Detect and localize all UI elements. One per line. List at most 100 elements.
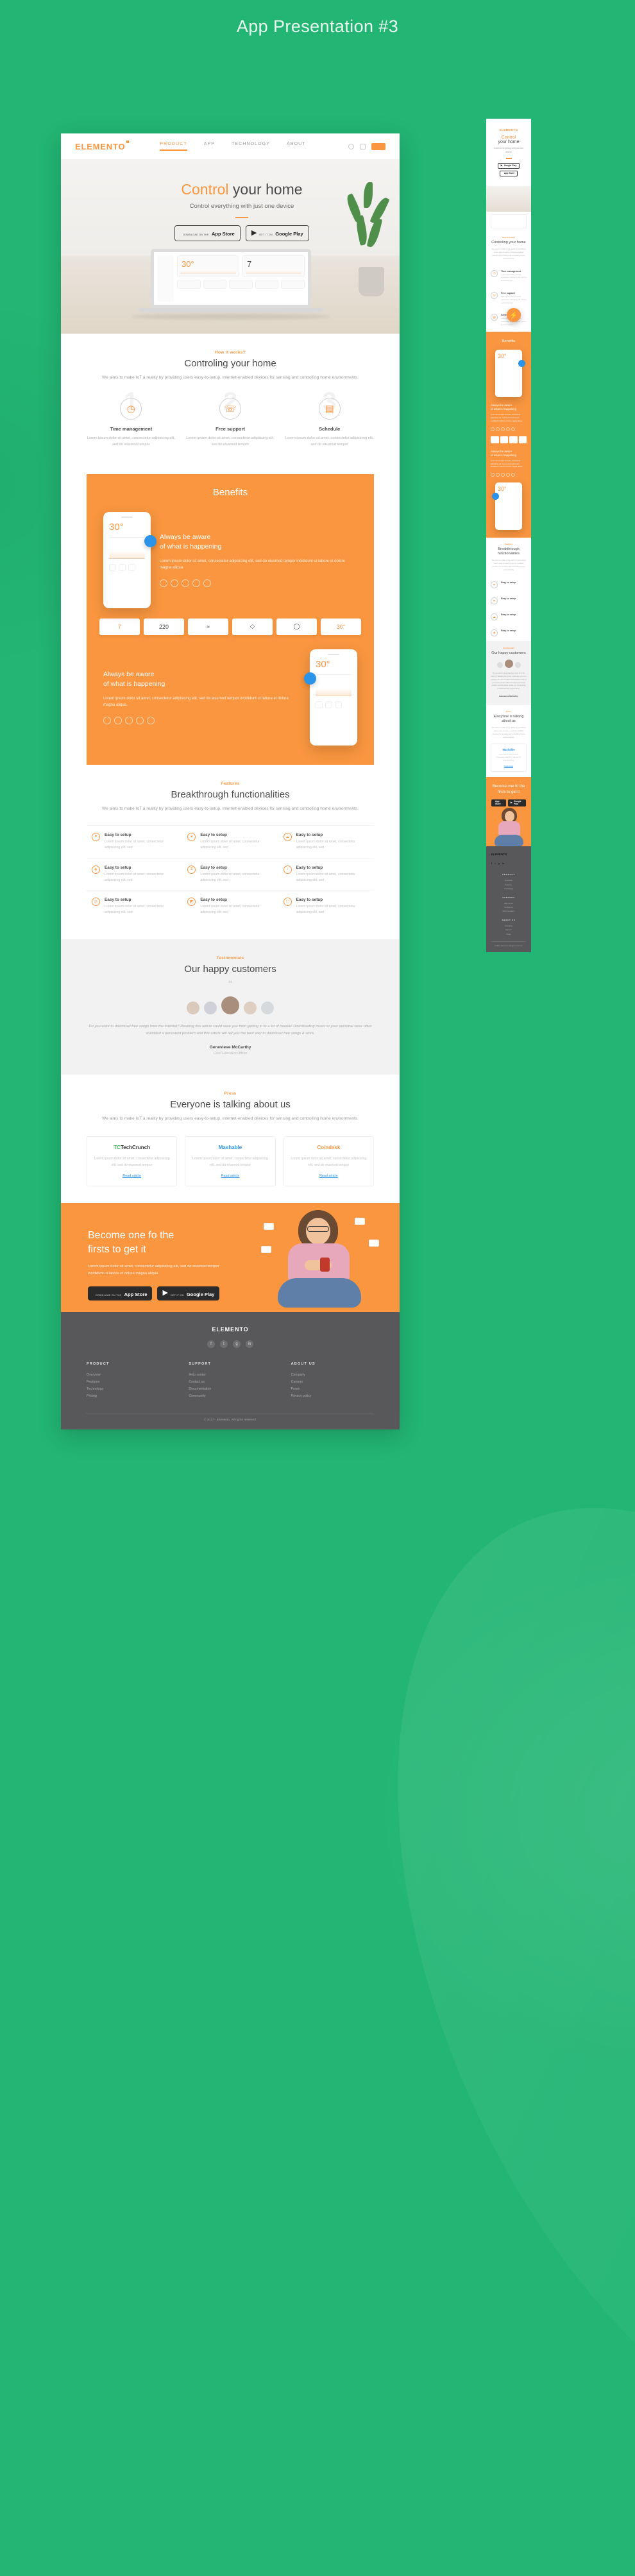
linkedin-icon[interactable]: in — [246, 1340, 253, 1348]
drop-icon[interactable] — [171, 579, 178, 588]
footer-link[interactable]: Technology — [87, 1386, 169, 1393]
footer-link[interactable]: Privacy policy — [291, 1393, 374, 1400]
nav-item-product[interactable]: PRODUCT — [160, 142, 187, 151]
app-store-button[interactable]: App Store — [491, 799, 506, 806]
wifi-icon[interactable] — [491, 427, 495, 431]
app-store-button[interactable]: ▶ Google Play — [497, 162, 520, 169]
strip-item[interactable] — [491, 436, 499, 443]
bulb-icon[interactable] — [335, 701, 342, 708]
phone-mockup-1: 30° — [103, 511, 157, 608]
wifi-icon[interactable] — [203, 280, 227, 289]
twitter-icon[interactable]: t — [220, 1340, 228, 1348]
heading-line2: of what is happening — [491, 453, 517, 457]
avatar-active[interactable] — [221, 996, 239, 1015]
footer-link[interactable]: Overview — [87, 1372, 169, 1379]
bulb-icon[interactable] — [182, 579, 189, 588]
bulb-icon[interactable] — [255, 280, 279, 289]
power-icon[interactable] — [506, 427, 510, 431]
app-store-button[interactable]: Download on the App Store — [174, 225, 241, 241]
google-plus-icon[interactable]: g — [233, 1340, 241, 1348]
drop-icon[interactable] — [325, 701, 332, 708]
strip-item-temp[interactable]: 7 — [99, 618, 140, 635]
secondary-tile[interactable]: 7 — [242, 255, 305, 277]
footer-link[interactable]: Careers — [291, 1379, 374, 1386]
footer-link[interactable]: Company — [291, 1372, 374, 1379]
strip-item-degrees[interactable]: 30° — [321, 618, 361, 635]
footer-link[interactable]: Help center — [189, 1372, 271, 1379]
temperature-tile[interactable]: 30° — [177, 255, 239, 277]
power-icon[interactable] — [281, 280, 305, 289]
footer-link[interactable]: Press — [291, 1386, 374, 1393]
avatar-active[interactable] — [504, 660, 513, 669]
power-icon[interactable] — [136, 717, 144, 725]
facebook-icon[interactable]: f — [491, 862, 492, 865]
bulb-icon[interactable]: ◯ — [276, 618, 317, 635]
footer-column-heading: ABOUT US — [291, 1361, 316, 1366]
press-card-link[interactable]: Read article — [94, 1174, 170, 1178]
mobile-logo[interactable]: ELEMENTO — [491, 124, 527, 132]
avatar[interactable] — [514, 662, 521, 669]
wifi-icon[interactable] — [316, 701, 323, 708]
google-play-button[interactable]: ▶ Google Play — [507, 799, 526, 806]
avatar[interactable] — [204, 1002, 217, 1015]
lock-icon[interactable] — [511, 427, 515, 431]
footer-link[interactable]: Community — [189, 1393, 271, 1400]
support-icon: ☏ — [219, 398, 241, 420]
dashboard-sidebar[interactable] — [157, 255, 174, 302]
lock-icon[interactable] — [511, 473, 515, 477]
strip-item[interactable] — [518, 436, 527, 443]
wifi-icon[interactable] — [103, 717, 111, 725]
google-play-button[interactable]: App Store — [499, 170, 518, 176]
press-card-link[interactable]: Read article — [192, 1174, 268, 1178]
drop-icon[interactable] — [496, 473, 500, 477]
nav-item-app[interactable]: APP — [204, 142, 215, 151]
bulb-icon[interactable] — [128, 563, 135, 571]
cart-icon[interactable] — [360, 143, 366, 149]
google-plus-icon[interactable]: g — [498, 862, 500, 865]
power-icon[interactable] — [506, 473, 510, 477]
drop-icon[interactable]: ◇ — [232, 618, 273, 635]
drop-icon[interactable] — [114, 717, 122, 725]
search-icon[interactable] — [348, 143, 354, 149]
footer-link[interactable]: Technology — [491, 887, 526, 891]
strip-item[interactable] — [500, 436, 508, 443]
mobile-dashboard-card[interactable] — [491, 214, 527, 228]
avatar[interactable] — [187, 1002, 199, 1015]
lock-icon[interactable] — [147, 717, 155, 725]
power-icon[interactable] — [192, 579, 200, 588]
google-play-button[interactable]: ▶ GET IT ON Google Play — [157, 1286, 220, 1301]
nav-item-about[interactable]: ABOUT — [287, 142, 306, 151]
footer-link[interactable]: Documentation — [189, 1386, 271, 1393]
wifi-icon[interactable] — [491, 473, 495, 477]
buy-now-button[interactable] — [371, 142, 385, 150]
mobile-press-link[interactable]: Read article — [495, 765, 523, 767]
bulb-icon[interactable] — [125, 717, 133, 725]
footer-link[interactable]: Pricing — [87, 1393, 169, 1400]
linkedin-icon[interactable]: in — [502, 862, 504, 865]
drop-icon[interactable] — [229, 280, 253, 289]
drop-icon[interactable] — [119, 563, 126, 571]
footer-link[interactable]: Documentation — [491, 909, 526, 913]
footer-link[interactable]: Features — [87, 1379, 169, 1386]
bulb-icon[interactable] — [501, 473, 505, 477]
wifi-icon[interactable] — [160, 579, 167, 588]
avatar[interactable] — [244, 1002, 257, 1015]
lock-icon[interactable] — [203, 579, 211, 588]
avatar[interactable] — [496, 662, 503, 669]
strip-item-voltage[interactable]: 220 — [144, 618, 184, 635]
nav-item-technology[interactable]: TECHNOLOGY — [232, 142, 270, 151]
sun-icon[interactable] — [177, 280, 201, 289]
press-card-link[interactable]: Read article — [291, 1174, 367, 1178]
strip-item[interactable] — [509, 436, 518, 443]
drop-icon[interactable] — [496, 427, 500, 431]
wifi-icon[interactable]: ≈ — [188, 618, 228, 635]
footer-link[interactable]: Press — [491, 932, 526, 936]
wifi-icon[interactable] — [109, 563, 116, 571]
site-logo[interactable]: ELEMENTO — [75, 140, 130, 151]
app-store-button[interactable]: Download on the App Store — [88, 1286, 153, 1301]
avatar[interactable] — [261, 1002, 274, 1015]
footer-link[interactable]: Contact us — [189, 1379, 271, 1386]
facebook-icon[interactable]: f — [207, 1340, 215, 1348]
google-play-button[interactable]: ▶ GET IT ON Google Play — [245, 225, 309, 241]
bulb-icon[interactable] — [501, 427, 505, 431]
